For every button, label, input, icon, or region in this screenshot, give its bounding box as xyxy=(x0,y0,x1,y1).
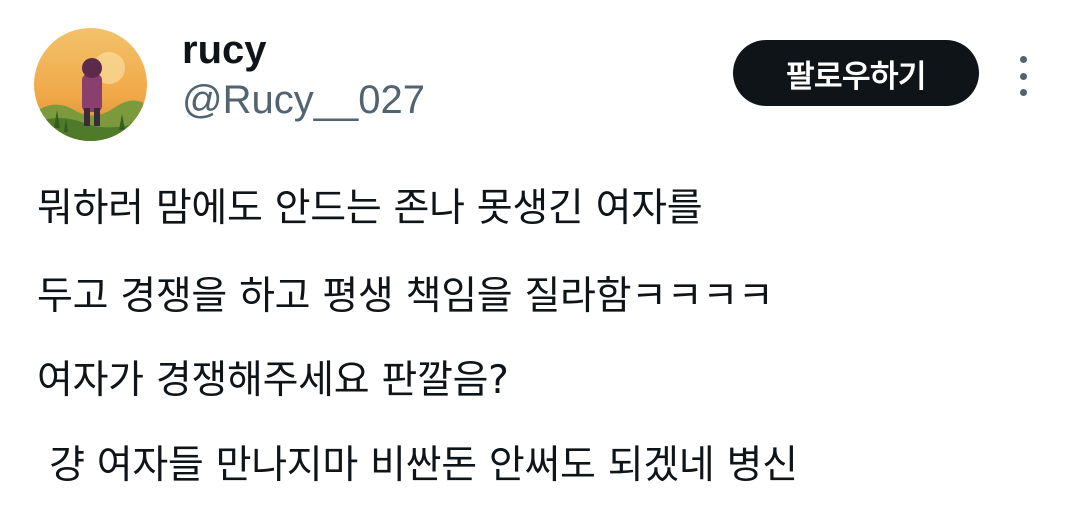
more-dot xyxy=(1019,56,1027,63)
avatar[interactable] xyxy=(34,28,147,141)
tweet-text-line: 여자가 경쟁해주세요 판깔음? xyxy=(37,358,509,403)
more-vertical-icon[interactable] xyxy=(1010,56,1036,96)
author-handle[interactable]: @Rucy__027 xyxy=(182,76,425,124)
more-dot xyxy=(1019,72,1027,80)
more-dot xyxy=(1019,89,1027,96)
author-info: rucy @Rucy__027 xyxy=(182,26,425,124)
tweet-text-line: 두고 경쟁을 하고 평생 책임을 질라함ㅋㅋㅋㅋ xyxy=(37,274,774,319)
follow-button[interactable]: 팔로우하기 xyxy=(733,40,979,106)
author-display-name[interactable]: rucy xyxy=(182,26,425,74)
tweet-text-line: 걍 여자들 만나지마 비싼돈 안써도 되겠네 병신 xyxy=(37,443,798,488)
illustrated-avatar-icon xyxy=(34,28,147,141)
tweet-text-line: 뭐하러 맘에도 안드는 존나 못생긴 여자를 xyxy=(37,186,703,231)
